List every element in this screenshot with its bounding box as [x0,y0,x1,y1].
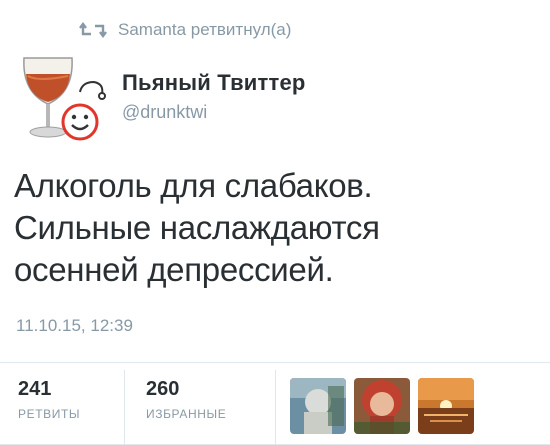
retweets-stat[interactable]: 241 РЕТВИТЫ [18,378,80,421]
tweet-text: Алкоголь для слабаков. Сильные наслаждаю… [14,167,380,288]
author-info[interactable]: Пьяный Твиттер @drunktwi [122,70,306,123]
favorites-stat[interactable]: 260 ИЗБРАННЫЕ [146,378,226,421]
fav-avatar-3[interactable] [418,378,474,434]
avatar[interactable] [18,52,110,144]
retweet-context-text[interactable]: Samanta ретвитнул(а) [118,20,291,40]
author-name[interactable]: Пьяный Твиттер [122,70,306,96]
retweets-label: РЕТВИТЫ [18,407,81,421]
favorited-by-avatars [290,378,474,434]
stats-divider-top [0,362,550,363]
retweet-context[interactable]: Samanta ретвитнул(а) [78,20,291,40]
tweet-timestamp[interactable]: 11.10.15, 12:39 [16,316,133,336]
stats-separator [275,370,276,444]
favorites-count: 260 [146,378,180,400]
retweet-icon [79,22,107,38]
fav-avatar-2[interactable] [354,378,410,434]
favorites-label: ИЗБРАННЫЕ [146,407,227,421]
stats-separator [124,370,125,444]
retweets-count: 241 [18,378,52,400]
fav-avatar-1[interactable] [290,378,346,434]
author-username[interactable]: @drunktwi [122,102,306,123]
